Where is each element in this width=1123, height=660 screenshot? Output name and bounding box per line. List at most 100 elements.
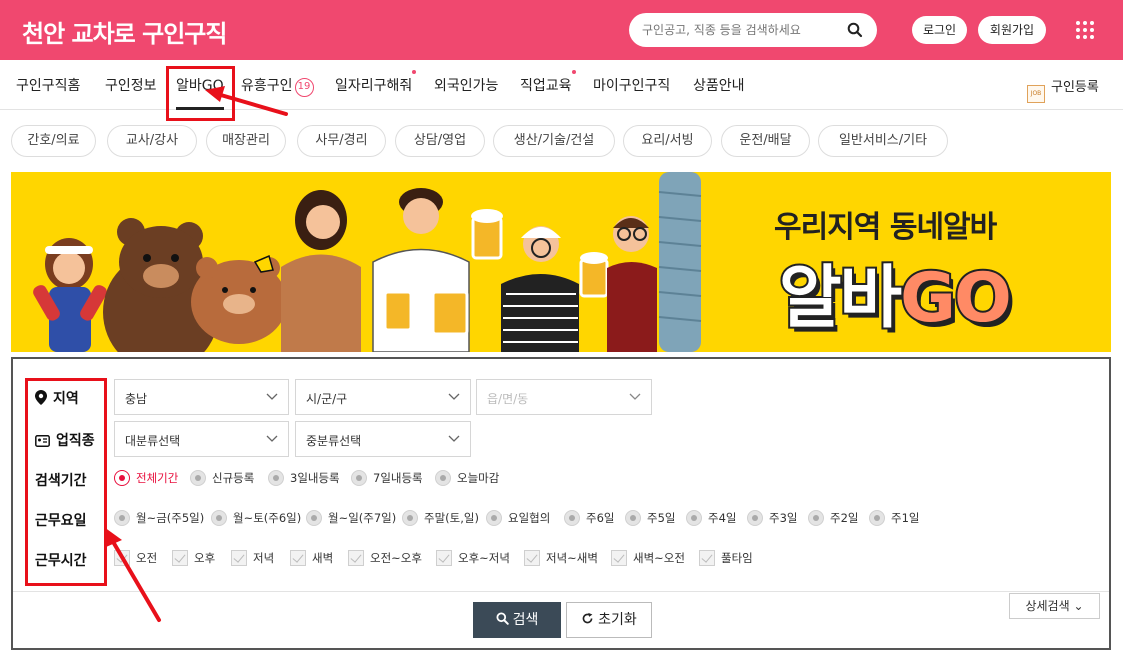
checkbox[interactable] bbox=[348, 550, 364, 566]
radio-button[interactable] bbox=[402, 510, 418, 526]
period-option-today-close[interactable]: 오늘마감 bbox=[435, 470, 499, 486]
workhour-option[interactable]: 오전~오후 bbox=[348, 550, 422, 566]
banner-illustration bbox=[33, 172, 702, 352]
workday-option[interactable]: 주1일 bbox=[869, 510, 919, 526]
checkbox[interactable] bbox=[699, 550, 715, 566]
checkbox[interactable] bbox=[611, 550, 627, 566]
radio-button[interactable] bbox=[869, 510, 885, 526]
major-category-select[interactable]: 대분류선택 bbox=[114, 421, 289, 457]
category-chip[interactable]: 간호/의료 bbox=[11, 125, 96, 157]
checkbox[interactable] bbox=[114, 550, 130, 566]
major-category-value: 대분류선택 bbox=[125, 434, 181, 448]
radio-button[interactable] bbox=[686, 510, 702, 526]
post-job-label: 구인등록 bbox=[1051, 80, 1099, 95]
nav-item-find-me-job[interactable]: 일자리구해줘 bbox=[335, 70, 417, 95]
workhour-option[interactable]: 오후 bbox=[172, 550, 215, 566]
workday-option[interactable]: 주5일 bbox=[625, 510, 675, 526]
checkbox[interactable] bbox=[172, 550, 188, 566]
workday-option[interactable]: 주4일 bbox=[686, 510, 736, 526]
category-chip[interactable]: 매장관리 bbox=[206, 125, 286, 157]
radio-button[interactable] bbox=[808, 510, 824, 526]
login-button[interactable]: 로그인 bbox=[912, 16, 967, 44]
new-dot bbox=[571, 70, 576, 74]
panel-divider bbox=[13, 591, 1109, 592]
nav-item-home[interactable]: 구인구직홈 bbox=[16, 75, 80, 95]
chevron-down-icon bbox=[448, 393, 460, 400]
workhour-option[interactable]: 오후~저녁 bbox=[436, 550, 510, 566]
option-label: 오후~저녁 bbox=[458, 551, 510, 565]
radio-button[interactable] bbox=[747, 510, 763, 526]
nav-item-label: 직업교육 bbox=[520, 78, 572, 94]
detail-search-button[interactable]: 상세검색 ⌄ bbox=[1009, 593, 1100, 619]
radio-button[interactable] bbox=[625, 510, 641, 526]
app-menu-icon[interactable] bbox=[1075, 20, 1095, 40]
promo-banner[interactable]: 우리지역 동네알바 알바GO bbox=[11, 172, 1111, 352]
site-logo[interactable]: 천안 교차로 구인구직 bbox=[22, 14, 227, 49]
period-option-new[interactable]: 신규등록 bbox=[190, 470, 254, 486]
search-input[interactable] bbox=[642, 21, 844, 39]
chevron-down-icon bbox=[266, 435, 278, 442]
site-search[interactable] bbox=[629, 13, 877, 47]
radio-button[interactable] bbox=[268, 470, 284, 486]
workhour-option[interactable]: 새벽~오전 bbox=[611, 550, 685, 566]
workhour-option[interactable]: 풀타임 bbox=[699, 550, 753, 566]
category-chip[interactable]: 생산/기술/건설 bbox=[493, 125, 615, 157]
period-option-all[interactable]: 전체기간 bbox=[114, 470, 178, 486]
radio-button[interactable] bbox=[564, 510, 580, 526]
radio-selected[interactable] bbox=[114, 470, 130, 486]
radio-button[interactable] bbox=[114, 510, 130, 526]
nav-item-my-page[interactable]: 마이구인구직 bbox=[593, 75, 670, 95]
post-job-link[interactable]: JOB 구인등록 bbox=[1027, 76, 1099, 103]
workday-option[interactable]: 주말(토,일) bbox=[402, 510, 479, 526]
new-dot bbox=[412, 70, 417, 74]
join-button[interactable]: 회원가입 bbox=[978, 16, 1046, 44]
reset-button[interactable]: 초기화 bbox=[566, 602, 652, 638]
radio-button[interactable] bbox=[211, 510, 227, 526]
nav-item-job-info[interactable]: 구인정보 bbox=[105, 75, 157, 95]
workday-option[interactable]: 주2일 bbox=[808, 510, 858, 526]
workhour-option[interactable]: 저녁~새벽 bbox=[524, 550, 598, 566]
option-label: 새벽~오전 bbox=[633, 551, 685, 565]
radio-button[interactable] bbox=[351, 470, 367, 486]
radio-button[interactable] bbox=[486, 510, 502, 526]
category-chip[interactable]: 상담/영업 bbox=[395, 125, 485, 157]
workday-option[interactable]: 월~일(주7일) bbox=[306, 510, 396, 526]
option-label: 전체기간 bbox=[136, 471, 179, 485]
search-icon[interactable] bbox=[847, 22, 863, 38]
nav-item-foreigner-ok[interactable]: 외국인가능 bbox=[434, 75, 498, 95]
workday-option[interactable]: 월~금(주5일) bbox=[114, 510, 204, 526]
category-chip[interactable]: 교사/강사 bbox=[107, 125, 197, 157]
chevron-down-icon bbox=[629, 393, 641, 400]
checkbox[interactable] bbox=[231, 550, 247, 566]
workday-option[interactable]: 월~토(주6일) bbox=[211, 510, 301, 526]
category-chip[interactable]: 요리/서빙 bbox=[623, 125, 712, 157]
workhour-option[interactable]: 저녁 bbox=[231, 550, 274, 566]
radio-button[interactable] bbox=[306, 510, 322, 526]
search-button[interactable]: 검색 bbox=[473, 602, 561, 638]
checkbox[interactable] bbox=[290, 550, 306, 566]
workhour-option[interactable]: 오전 bbox=[114, 550, 157, 566]
province-select[interactable]: 충남 bbox=[114, 379, 289, 415]
category-chip[interactable]: 일반서비스/기타 bbox=[818, 125, 948, 157]
workhour-option[interactable]: 새벽 bbox=[290, 550, 333, 566]
city-select[interactable]: 시/군/구 bbox=[295, 379, 471, 415]
nav-item-job-training[interactable]: 직업교육 bbox=[520, 70, 576, 95]
option-label: 저녁 bbox=[253, 551, 275, 565]
checkbox[interactable] bbox=[436, 550, 452, 566]
workday-option[interactable]: 주3일 bbox=[747, 510, 797, 526]
minor-category-select[interactable]: 중분류선택 bbox=[295, 421, 471, 457]
nav-item-products[interactable]: 상품안내 bbox=[693, 75, 745, 95]
option-label: 오늘마감 bbox=[457, 471, 500, 485]
radio-button[interactable] bbox=[190, 470, 206, 486]
workday-option[interactable]: 주6일 bbox=[564, 510, 614, 526]
checkbox[interactable] bbox=[524, 550, 540, 566]
town-select[interactable]: 읍/면/동 bbox=[476, 379, 652, 415]
nav-item-adult-jobs[interactable]: 유흥구인 19 bbox=[241, 75, 314, 97]
option-label: 풀타임 bbox=[721, 551, 753, 565]
radio-button[interactable] bbox=[435, 470, 451, 486]
category-chip[interactable]: 운전/배달 bbox=[721, 125, 810, 157]
workday-option[interactable]: 요일협의 bbox=[486, 510, 550, 526]
period-option-7days[interactable]: 7일내등록 bbox=[351, 470, 423, 486]
period-option-3days[interactable]: 3일내등록 bbox=[268, 470, 340, 486]
category-chip[interactable]: 사무/경리 bbox=[297, 125, 386, 157]
